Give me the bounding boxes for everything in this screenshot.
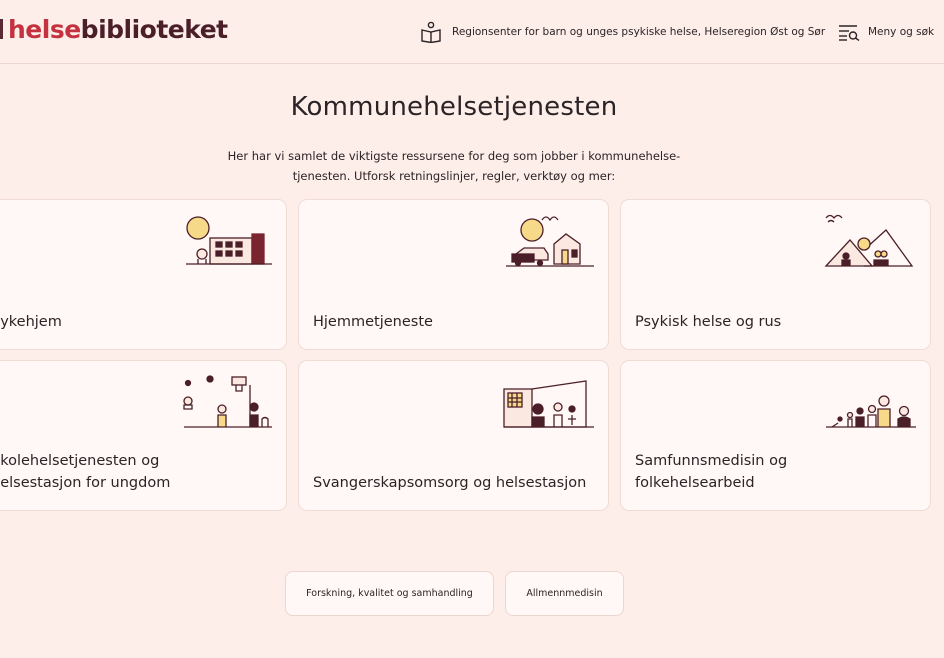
school-health-illustration [183, 375, 272, 428]
intro-line-2: tjenesten. Utforsk retningslinjer, regle… [292, 169, 616, 183]
public-health-illustration [826, 395, 916, 428]
menu-search-icon [839, 25, 860, 41]
pill-allmennmedisin[interactable]: Allmennmedisin [505, 571, 624, 616]
home-care-illustration [506, 216, 594, 267]
logo-text-biblioteket: biblioteket [80, 14, 228, 44]
card-hjemmetjeneste[interactable]: Hjemmetjeneste [298, 199, 609, 350]
menu-search-button[interactable]: Meny og søk [838, 20, 934, 44]
intro-line-1: Her har vi samlet de viktigste ressursen… [227, 149, 681, 163]
card-label: Samfunnsmedisin og folkehelsearbeid [635, 453, 788, 491]
logo-text-helse: helse [8, 14, 81, 44]
card-label: Svangerskapsomsorg og helsestasjon [313, 475, 587, 491]
page-intro: Her har vi samlet de viktigste ressursen… [204, 146, 704, 186]
card-label: Sykehjem [0, 314, 62, 330]
card-svangerskapsomsorg[interactable]: Svangerskapsomsorg og helsestasjon [298, 360, 609, 511]
card-label: Psykisk helse og rus [635, 314, 782, 330]
maternity-care-illustration [503, 380, 594, 428]
card-label: Skolehelsetjenesten og helsestasjon for … [0, 453, 171, 491]
card-skolehelsetjenesten[interactable]: Skolehelsetjenesten og helsestasjon for … [0, 360, 287, 511]
site-header: helse biblioteket Regionsenter for barn … [0, 0, 944, 64]
card-sykehjem[interactable]: Sykehjem [0, 199, 287, 350]
card-psykisk-helse[interactable]: Psykisk helse og rus [620, 199, 931, 350]
card-samfunnsmedisin[interactable]: Samfunnsmedisin og folkehelsearbeid [620, 360, 931, 511]
pill-forskning-kvalitet-samhandling[interactable]: Forskning, kvalitet og samhandling [285, 571, 494, 616]
person-book-icon [421, 21, 441, 43]
page-title: Kommunehelsetjenesten [290, 92, 618, 122]
nursing-home-illustration [186, 216, 272, 265]
menu-search-label: Meny og søk [868, 26, 935, 38]
logo-bar [0, 19, 3, 39]
helsebiblioteket-logo[interactable]: helse biblioteket [0, 14, 228, 44]
mental-health-illustration [824, 214, 914, 267]
region-text: Regionsenter for barn og unges psykiske … [452, 26, 826, 38]
region-link[interactable]: Regionsenter for barn og unges psykiske … [420, 20, 825, 44]
card-label: Hjemmetjeneste [313, 314, 433, 330]
